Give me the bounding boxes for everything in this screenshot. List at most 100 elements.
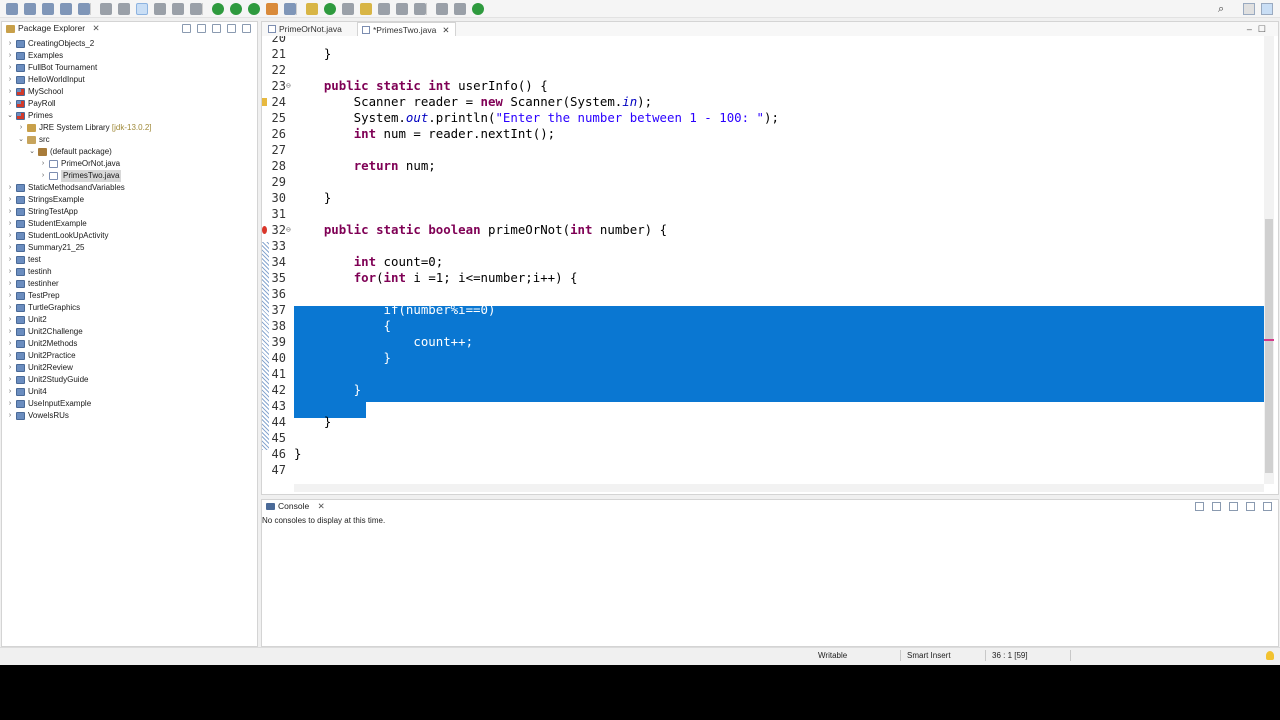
pilcrow-icon[interactable]: [190, 3, 202, 15]
tree-item[interactable]: › UseInputExample: [2, 398, 257, 410]
fold-toggle-icon[interactable]: ⊖: [286, 78, 291, 94]
collapsed-chevron-icon[interactable]: ›: [6, 182, 14, 194]
code-line[interactable]: 22: [262, 62, 1264, 78]
java-perspective-icon[interactable]: [1261, 3, 1273, 15]
forward-icon[interactable]: [454, 3, 466, 15]
search-icon[interactable]: [360, 3, 372, 15]
minimize-icon[interactable]: [1246, 502, 1255, 511]
collapsed-chevron-icon[interactable]: ›: [39, 158, 47, 170]
code-line[interactable]: 46}: [262, 446, 1264, 462]
tree-item[interactable]: › test: [2, 254, 257, 266]
collapsed-chevron-icon[interactable]: ›: [6, 266, 14, 278]
toggle-icon[interactable]: [118, 3, 130, 15]
minimize-icon[interactable]: [227, 24, 236, 33]
collapsed-chevron-icon[interactable]: ›: [6, 398, 14, 410]
collapsed-chevron-icon[interactable]: ›: [6, 242, 14, 254]
code-line[interactable]: 47: [262, 462, 1264, 478]
view-menu-icon[interactable]: [212, 24, 221, 33]
package-explorer-tab[interactable]: Package Explorer ✕: [2, 22, 106, 36]
save-all-icon[interactable]: [42, 3, 54, 15]
code-line[interactable]: 37 if(number%i==0): [262, 302, 1264, 318]
perspective-icon[interactable]: [1243, 3, 1255, 15]
next-annotation-icon[interactable]: [378, 3, 390, 15]
coverage-icon[interactable]: [248, 3, 260, 15]
tree-item[interactable]: › CreatingObjects_2: [2, 38, 257, 50]
collapsed-chevron-icon[interactable]: ›: [6, 350, 14, 362]
pin-editor-icon[interactable]: [472, 3, 484, 15]
collapsed-chevron-icon[interactable]: ›: [6, 230, 14, 242]
horizontal-scrollbar[interactable]: [294, 484, 1264, 492]
expanded-chevron-icon[interactable]: ⌄: [28, 146, 36, 158]
code-line[interactable]: 38 {: [262, 318, 1264, 334]
collapsed-chevron-icon[interactable]: ›: [6, 194, 14, 206]
maximize-icon[interactable]: ☐: [1258, 24, 1272, 34]
skip-icon[interactable]: [100, 3, 112, 15]
collapsed-chevron-icon[interactable]: ›: [6, 74, 14, 86]
close-icon[interactable]: ✕: [92, 23, 99, 33]
code-line[interactable]: 23 ⊖ public static int userInfo() {: [262, 78, 1264, 94]
console-tab[interactable]: Console ✕: [262, 500, 331, 513]
display-console-icon[interactable]: [1212, 502, 1221, 511]
tree-item[interactable]: › Summary21_25: [2, 242, 257, 254]
collapsed-chevron-icon[interactable]: ›: [6, 50, 14, 62]
collapsed-chevron-icon[interactable]: ›: [6, 410, 14, 422]
minimize-icon[interactable]: –: [1247, 24, 1258, 34]
tree-item[interactable]: › PayRoll: [2, 98, 257, 110]
collapsed-chevron-icon[interactable]: ›: [6, 314, 14, 326]
code-line[interactable]: 28 return num;: [262, 158, 1264, 174]
new-package-icon[interactable]: [306, 3, 318, 15]
collapsed-chevron-icon[interactable]: ›: [6, 86, 14, 98]
code-line[interactable]: 39 count++;: [262, 334, 1264, 350]
open-type-icon[interactable]: [342, 3, 354, 15]
block-select-icon[interactable]: [154, 3, 166, 15]
vertical-scrollbar[interactable]: [1264, 36, 1274, 484]
collapsed-chevron-icon[interactable]: ›: [6, 326, 14, 338]
editor-tab[interactable]: *PrimesTwo.java ✕: [357, 22, 457, 36]
collapsed-chevron-icon[interactable]: ›: [6, 62, 14, 74]
collapsed-chevron-icon[interactable]: ›: [6, 98, 14, 110]
tree-item[interactable]: › StaticMethodsandVariables: [2, 182, 257, 194]
tree-item[interactable]: › testinh: [2, 266, 257, 278]
tree-item[interactable]: › Unit2Review: [2, 362, 257, 374]
new-class-icon[interactable]: [324, 3, 336, 15]
collapsed-chevron-icon[interactable]: ›: [6, 374, 14, 386]
tree-item[interactable]: › Unit2Methods: [2, 338, 257, 350]
code-line[interactable]: 33: [262, 238, 1264, 254]
code-line[interactable]: 34 int count=0;: [262, 254, 1264, 270]
editor-tab[interactable]: PrimeOrNot.java: [264, 22, 348, 36]
tree-item[interactable]: › HelloWorldInput: [2, 74, 257, 86]
print-icon[interactable]: [60, 3, 72, 15]
expanded-chevron-icon[interactable]: ⌄: [6, 110, 14, 122]
code-line[interactable]: 44 }: [262, 414, 1264, 430]
link-editor-icon[interactable]: [197, 24, 206, 33]
tree-item[interactable]: › Unit2StudyGuide: [2, 374, 257, 386]
new-icon[interactable]: [6, 3, 18, 15]
code-line[interactable]: 42 }: [262, 382, 1264, 398]
code-line[interactable]: 29: [262, 174, 1264, 190]
tree-item[interactable]: › TurtleGraphics: [2, 302, 257, 314]
run-icon[interactable]: [230, 3, 242, 15]
tree-item[interactable]: › PrimesTwo.java: [2, 170, 257, 182]
new-java-project-icon[interactable]: [284, 3, 296, 15]
prev-annotation-icon[interactable]: [396, 3, 408, 15]
code-line[interactable]: 24 Scanner reader = new Scanner(System.i…: [262, 94, 1264, 110]
close-icon[interactable]: ✕: [442, 25, 449, 35]
tree-item[interactable]: ⌄ src: [2, 134, 257, 146]
collapsed-chevron-icon[interactable]: ›: [6, 302, 14, 314]
code-line[interactable]: 30 }: [262, 190, 1264, 206]
code-line[interactable]: 40 }: [262, 350, 1264, 366]
collapsed-chevron-icon[interactable]: ›: [6, 338, 14, 350]
collapsed-chevron-icon[interactable]: ›: [6, 38, 14, 50]
collapsed-chevron-icon[interactable]: ›: [6, 362, 14, 374]
collapsed-chevron-icon[interactable]: ›: [6, 290, 14, 302]
collapsed-chevron-icon[interactable]: ›: [39, 170, 47, 182]
external-tools-icon[interactable]: [266, 3, 278, 15]
tree-item[interactable]: › Unit2: [2, 314, 257, 326]
tree-item[interactable]: › MySchool: [2, 86, 257, 98]
pin-console-icon[interactable]: [1195, 502, 1204, 511]
collapsed-chevron-icon[interactable]: ›: [6, 278, 14, 290]
collapsed-chevron-icon[interactable]: ›: [17, 122, 25, 134]
open-console-icon[interactable]: [1229, 502, 1238, 511]
show-whitespace-icon[interactable]: [172, 3, 184, 15]
terminal-icon[interactable]: [78, 3, 90, 15]
